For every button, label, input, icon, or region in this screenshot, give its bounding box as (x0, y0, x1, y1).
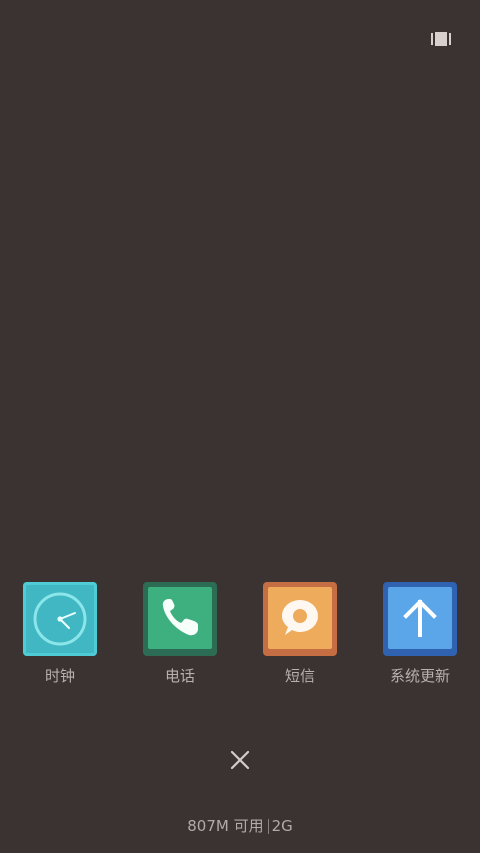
recent-app-system-update[interactable]: 系统更新 (370, 582, 470, 692)
clear-recent-apps-button[interactable] (222, 742, 258, 778)
recent-app-clock[interactable]: 时钟 (10, 582, 110, 692)
recent-layout-icon (431, 32, 451, 46)
phone-icon (162, 599, 198, 636)
sms-icon-background (268, 587, 332, 649)
system-update-icon-background (388, 587, 452, 649)
recent-app-label: 系统更新 (389, 667, 450, 685)
close-icon (230, 750, 250, 770)
memory-status: 807M 可用 2G (0, 816, 480, 836)
recent-app-label: 时钟 (44, 667, 75, 685)
total-memory-text: 2G (271, 817, 293, 835)
arrow-up-icon (403, 599, 437, 637)
recent-app-phone[interactable]: 电话 (130, 582, 230, 692)
recent-app-label: 短信 (284, 667, 315, 685)
clock-icon (33, 592, 87, 646)
phone-app-icon (143, 582, 217, 656)
clock-app-icon (23, 582, 97, 656)
message-icon (282, 600, 318, 635)
recent-layout-button[interactable] (426, 26, 456, 52)
recent-app-label: 电话 (164, 667, 195, 685)
recent-app-sms[interactable]: 短信 (250, 582, 350, 692)
system-update-app-icon (383, 582, 457, 656)
available-memory-text: 807M 可用 (187, 817, 264, 835)
memory-divider (267, 818, 269, 834)
phone-icon-background (148, 587, 212, 649)
recent-apps-row: 时钟 电话 短信 系统更新 (0, 582, 480, 692)
sms-app-icon (263, 582, 337, 656)
